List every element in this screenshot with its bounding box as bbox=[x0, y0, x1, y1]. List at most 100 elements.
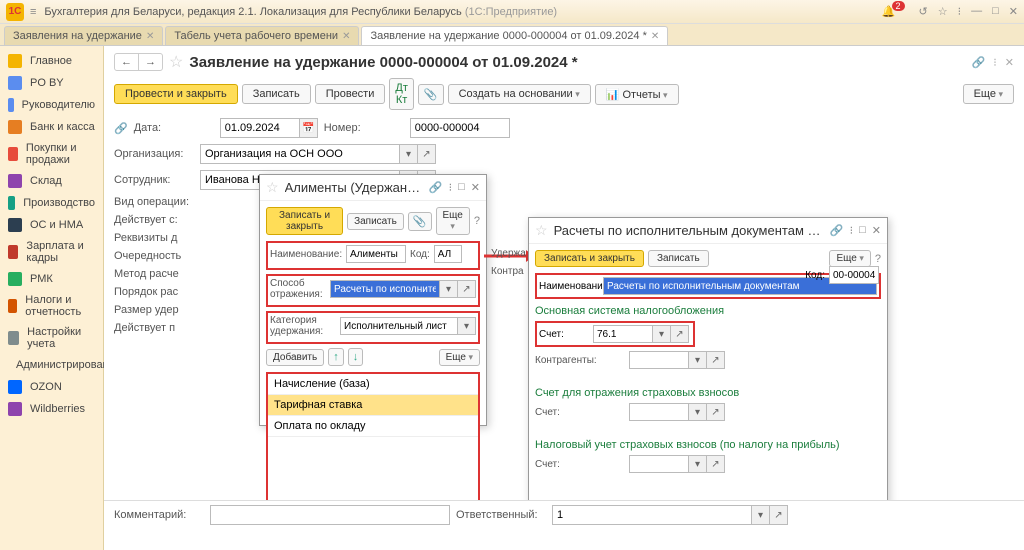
more-icon[interactable]: ⁝ bbox=[993, 56, 997, 69]
open-icon[interactable]: ↗ bbox=[671, 325, 689, 343]
category-input[interactable] bbox=[340, 317, 458, 335]
tab-item[interactable]: Табель учета рабочего времени✕ bbox=[165, 26, 359, 45]
sidebar-item[interactable]: Wildberries bbox=[0, 398, 103, 420]
more-button[interactable]: Еще bbox=[829, 250, 870, 267]
star-icon[interactable]: ☆ bbox=[535, 222, 548, 239]
sidebar-item[interactable]: OZON bbox=[0, 376, 103, 398]
close-icon[interactable]: ✕ bbox=[471, 181, 480, 194]
base-list[interactable]: Начисление (база) Тарифная ставка Оплата… bbox=[266, 372, 480, 502]
nav-arrows[interactable]: ←→ bbox=[114, 53, 163, 71]
close-doc-icon[interactable]: ✕ bbox=[1005, 56, 1014, 69]
tab-close-icon[interactable]: ✕ bbox=[342, 31, 350, 42]
post-close-button[interactable]: Провести и закрыть bbox=[114, 84, 238, 104]
minimize-icon[interactable]: — bbox=[971, 5, 982, 18]
account3-input[interactable] bbox=[629, 455, 689, 473]
account2-input[interactable] bbox=[629, 403, 689, 421]
more-button[interactable]: Еще bbox=[963, 84, 1014, 104]
maximize-icon[interactable]: □ bbox=[992, 5, 999, 18]
code-input[interactable] bbox=[434, 245, 462, 263]
list-item[interactable]: Тарифная ставка bbox=[268, 395, 478, 416]
open-icon[interactable]: ↗ bbox=[707, 455, 725, 473]
sidebar-item[interactable]: Покупки и продажи bbox=[0, 138, 103, 170]
sidebar-item[interactable]: Настройки учета bbox=[0, 322, 103, 354]
create-based-button[interactable]: Создать на основании bbox=[448, 84, 591, 104]
write-button[interactable]: Записать bbox=[347, 213, 404, 230]
sidebar-item[interactable]: ОС и НМА bbox=[0, 214, 103, 236]
tab-item[interactable]: Заявление на удержание 0000-000004 от 01… bbox=[361, 26, 668, 45]
dropdown-icon[interactable]: ▾ bbox=[653, 325, 671, 343]
link-icon[interactable]: 🔗 bbox=[429, 181, 443, 194]
sidebar-item[interactable]: PO BY bbox=[0, 72, 103, 94]
open-icon[interactable]: ↗ bbox=[707, 351, 725, 369]
open-icon[interactable]: ↗ bbox=[770, 505, 788, 525]
down-icon[interactable]: ↓ bbox=[348, 348, 364, 366]
number-input[interactable] bbox=[410, 118, 510, 138]
notification-icon[interactable]: 🔔2 bbox=[882, 5, 909, 18]
sidebar-item[interactable]: Главное bbox=[0, 50, 103, 72]
star-icon[interactable]: ☆ bbox=[266, 179, 279, 196]
comment-input[interactable] bbox=[210, 505, 450, 525]
star-icon[interactable]: ☆ bbox=[169, 52, 183, 72]
dk-button[interactable]: ДтКт bbox=[389, 78, 414, 110]
write-close-button[interactable]: Записать и закрыть bbox=[535, 250, 644, 267]
link-icon[interactable]: 🔗 bbox=[972, 56, 986, 69]
reports-button[interactable]: 📊 Отчеты bbox=[595, 84, 679, 105]
account-input[interactable] bbox=[593, 325, 653, 343]
sidebar-item[interactable]: Руководителю bbox=[0, 94, 103, 116]
code-input[interactable] bbox=[829, 266, 879, 284]
contractor-input[interactable] bbox=[629, 351, 689, 369]
post-button[interactable]: Провести bbox=[315, 84, 386, 104]
calendar-icon[interactable]: 📅 bbox=[300, 118, 318, 138]
dropdown-icon[interactable]: ▾ bbox=[400, 144, 418, 164]
more-button[interactable]: Еще bbox=[439, 349, 480, 366]
sidebar-item[interactable]: Склад bbox=[0, 170, 103, 192]
write-button[interactable]: Записать bbox=[242, 84, 311, 104]
help-icon[interactable]: ? bbox=[474, 215, 480, 227]
close-icon[interactable]: ✕ bbox=[872, 224, 881, 237]
sidebar-item[interactable]: Налоги и отчетность bbox=[0, 290, 103, 322]
list-item[interactable]: Оплата по окладу bbox=[268, 416, 478, 437]
more-button[interactable]: Еще bbox=[436, 207, 470, 235]
org-input[interactable] bbox=[200, 144, 400, 164]
up-icon[interactable]: ↑ bbox=[328, 348, 344, 366]
settings-icon[interactable]: ⁝ bbox=[958, 5, 962, 18]
favorites-icon[interactable]: ☆ bbox=[938, 5, 948, 18]
tab-close-icon[interactable]: ✕ bbox=[146, 31, 154, 42]
open-icon[interactable]: ↗ bbox=[707, 403, 725, 421]
more-icon[interactable]: ⁝ bbox=[850, 224, 854, 237]
tab-item[interactable]: Заявления на удержание✕ bbox=[4, 26, 163, 45]
sidebar-item[interactable]: Банк и касса bbox=[0, 116, 103, 138]
add-button[interactable]: Добавить bbox=[266, 349, 324, 366]
list-item[interactable]: Начисление (база) bbox=[268, 374, 478, 395]
link-small-icon[interactable]: 🔗 bbox=[114, 122, 128, 135]
history-icon[interactable]: ↺ bbox=[919, 5, 928, 18]
sidebar-item[interactable]: РМК bbox=[0, 268, 103, 290]
sidebar-item[interactable]: Производство bbox=[0, 192, 103, 214]
reflection-input[interactable] bbox=[330, 280, 440, 298]
dropdown-icon[interactable]: ▾ bbox=[689, 351, 707, 369]
tab-close-icon[interactable]: ✕ bbox=[651, 31, 659, 42]
maximize-icon[interactable]: □ bbox=[859, 224, 866, 237]
sidebar-item[interactable]: Администрирование bbox=[0, 354, 103, 376]
dropdown-icon[interactable]: ▾ bbox=[689, 403, 707, 421]
attach-button[interactable]: 📎 bbox=[408, 212, 432, 231]
help-icon[interactable]: ? bbox=[875, 253, 881, 265]
link-icon[interactable]: 🔗 bbox=[830, 224, 844, 237]
date-input[interactable] bbox=[220, 118, 300, 138]
write-button[interactable]: Записать bbox=[648, 250, 709, 267]
name-input[interactable] bbox=[346, 245, 406, 263]
write-close-button[interactable]: Записать и закрыть bbox=[266, 207, 343, 235]
dropdown-icon[interactable]: ▾ bbox=[752, 505, 770, 525]
dropdown-icon[interactable]: ▾ bbox=[458, 317, 476, 335]
maximize-icon[interactable]: □ bbox=[458, 181, 465, 194]
dropdown-icon[interactable]: ▾ bbox=[440, 280, 458, 298]
sidebar-item[interactable]: Зарплата и кадры bbox=[0, 236, 103, 268]
dropdown-icon[interactable]: ▾ bbox=[689, 455, 707, 473]
open-icon[interactable]: ↗ bbox=[418, 144, 436, 164]
menu-icon[interactable]: ≡ bbox=[30, 6, 36, 18]
attach-button[interactable]: 📎 bbox=[418, 84, 444, 105]
open-icon[interactable]: ↗ bbox=[458, 280, 476, 298]
responsible-input[interactable] bbox=[552, 505, 752, 525]
close-icon[interactable]: ✕ bbox=[1009, 5, 1018, 18]
more-icon[interactable]: ⁝ bbox=[449, 181, 453, 194]
